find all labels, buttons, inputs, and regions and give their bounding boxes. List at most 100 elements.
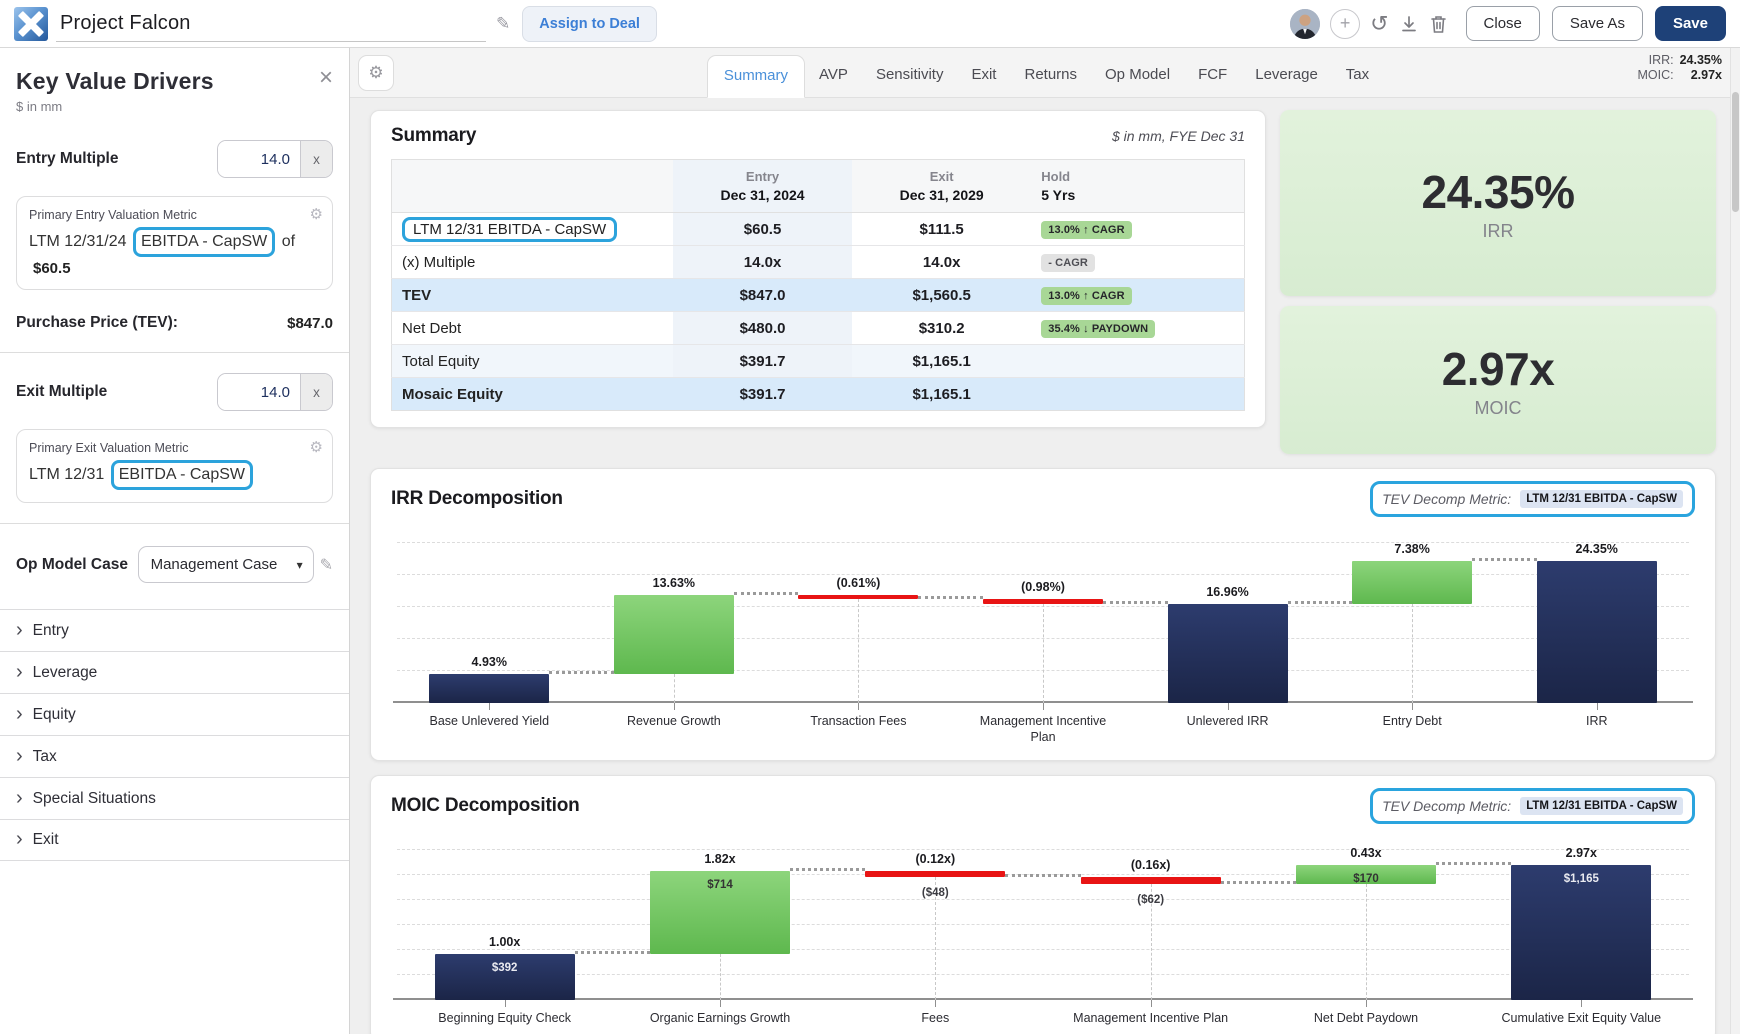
tev-decomp-value-chip[interactable]: LTM 12/31 EBITDA - CapSW bbox=[1520, 797, 1683, 815]
row-label-cell: Net Debt bbox=[392, 312, 673, 345]
save-button[interactable]: Save bbox=[1655, 6, 1726, 41]
chevron-right-icon: › bbox=[16, 620, 23, 640]
save-as-button[interactable]: Save As bbox=[1552, 6, 1643, 41]
axis-tick bbox=[935, 1000, 936, 1007]
category-label: Organic Earnings Growth bbox=[612, 1010, 827, 1026]
summary-table-header: EntryDec 31, 2024ExitDec 31, 2029Hold5 Y… bbox=[392, 160, 1245, 213]
entry-value-cell: $847.0 bbox=[673, 279, 852, 312]
table-row: LTM 12/31 EBITDA - CapSW$60.5$111.513.0%… bbox=[392, 213, 1245, 246]
summary-panel: Summary $ in mm, FYE Dec 31 EntryDec 31,… bbox=[370, 110, 1266, 428]
exit-multiple-input[interactable] bbox=[218, 374, 300, 410]
table-row: TEV$847.0$1,560.513.0% ↑ CAGR bbox=[392, 279, 1245, 312]
sidebar-accordion-exit[interactable]: › Exit bbox=[0, 819, 349, 861]
entry-value-cell: 14.0x bbox=[673, 246, 852, 279]
exit-metric-line: LTM 12/31 EBITDA - CapSW bbox=[29, 460, 320, 490]
exit-metric-chip[interactable]: EBITDA - CapSW bbox=[111, 460, 253, 490]
exit-metric-prefix: LTM 12/31 bbox=[29, 466, 104, 483]
edit-case-icon[interactable]: ✎ bbox=[320, 555, 333, 575]
sidebar-accordion-equity[interactable]: ›Equity bbox=[0, 693, 349, 735]
entry-metric-value: $60.5 bbox=[29, 260, 320, 277]
tab-op-model[interactable]: Op Model bbox=[1091, 54, 1184, 97]
waterfall-bar bbox=[983, 599, 1103, 605]
waterfall-bar bbox=[1081, 877, 1221, 884]
assign-to-deal-button[interactable]: Assign to Deal bbox=[522, 6, 657, 42]
tab-leverage[interactable]: Leverage bbox=[1241, 54, 1332, 97]
tab-tax[interactable]: Tax bbox=[1332, 54, 1383, 97]
entry-metric-of: of bbox=[282, 233, 295, 250]
sidebar-accordion-entry[interactable]: ›Entry bbox=[0, 609, 349, 651]
hold-cell bbox=[1031, 345, 1244, 378]
project-title-field[interactable]: Project Falcon bbox=[56, 6, 486, 42]
waterfall-stem bbox=[1366, 884, 1367, 999]
waterfall-connector bbox=[790, 868, 865, 871]
axis-tick bbox=[505, 1000, 506, 1007]
category-label: Revenue Growth bbox=[582, 713, 767, 746]
bar-dollar-label: $170 bbox=[1258, 873, 1473, 885]
row-label-cell: Total Equity bbox=[392, 345, 673, 378]
sidebar-accordion-special-situations[interactable]: ›Special Situations bbox=[0, 777, 349, 819]
add-collaborator-icon[interactable]: + bbox=[1330, 9, 1360, 39]
bar-dollar-label: $392 bbox=[397, 962, 612, 974]
tev-decomp-value-chip[interactable]: LTM 12/31 EBITDA - CapSW bbox=[1520, 490, 1683, 508]
history-icon[interactable]: ↺ bbox=[1370, 11, 1388, 37]
edit-title-pencil-icon[interactable]: ✎ bbox=[496, 14, 510, 34]
selected-metric-chip[interactable]: LTM 12/31 EBITDA - CapSW bbox=[402, 217, 617, 242]
close-button[interactable]: Close bbox=[1466, 6, 1540, 41]
primary-entry-valuation-metric-card: ⚙ Primary Entry Valuation Metric LTM 12/… bbox=[16, 196, 333, 290]
category-label: Management Incentive Plan bbox=[951, 713, 1136, 746]
divider bbox=[0, 352, 349, 353]
tab-fcf[interactable]: FCF bbox=[1184, 54, 1241, 97]
irr-chart-title: IRR Decomposition bbox=[391, 488, 563, 510]
exit-multiple-suffix: x bbox=[300, 374, 332, 410]
entry-multiple-input[interactable] bbox=[218, 141, 300, 177]
waterfall-plot: 4.93%13.63%(0.61%)(0.98%)16.96%7.38%24.3… bbox=[397, 543, 1689, 703]
waterfall-connector bbox=[549, 671, 614, 674]
tab-sensitivity[interactable]: Sensitivity bbox=[862, 54, 958, 97]
download-icon[interactable] bbox=[1399, 14, 1419, 34]
x-axis bbox=[393, 998, 1693, 1000]
tabs: SummaryAVPSensitivityExitReturnsOp Model… bbox=[350, 48, 1740, 97]
category-labels: Base Unlevered YieldRevenue GrowthTransa… bbox=[397, 713, 1689, 746]
exit-value-cell: $310.2 bbox=[852, 312, 1031, 345]
bar-value-label: 24.35% bbox=[1504, 542, 1689, 556]
tab-summary[interactable]: Summary bbox=[707, 55, 805, 98]
bar-value-label: 1.82x bbox=[612, 852, 827, 866]
kpi-cards: 24.35% IRR 2.97x MOIC bbox=[1280, 110, 1716, 454]
gear-icon[interactable]: ⚙ bbox=[310, 205, 323, 223]
tev-decomp-metric-control[interactable]: TEV Decomp Metric: LTM 12/31 EBITDA - Ca… bbox=[1370, 481, 1695, 517]
hold-badge: 13.0% ↑ CAGR bbox=[1041, 287, 1131, 305]
chevron-right-icon: › bbox=[16, 788, 23, 808]
entry-metric-chip[interactable]: EBITDA - CapSW bbox=[133, 227, 275, 257]
sidebar-accordion-leverage[interactable]: ›Leverage bbox=[0, 651, 349, 693]
bar-value-label: (0.16x) bbox=[1043, 858, 1258, 872]
gear-icon[interactable]: ⚙ bbox=[310, 438, 323, 456]
moic-kpi-label: MOIC bbox=[1475, 398, 1522, 419]
sidebar-close-icon[interactable]: × bbox=[319, 66, 333, 90]
tev-decomp-metric-control[interactable]: TEV Decomp Metric: LTM 12/31 EBITDA - Ca… bbox=[1370, 788, 1695, 824]
sidebar-accordion-tax[interactable]: ›Tax bbox=[0, 735, 349, 777]
column-label: Exit bbox=[862, 169, 1021, 184]
entry-multiple-field: x bbox=[217, 140, 333, 178]
hold-cell: 13.0% ↑ CAGR bbox=[1031, 213, 1244, 246]
accordion-label: Exit bbox=[33, 831, 59, 849]
table-row: Mosaic Equity$391.7$1,165.1 bbox=[392, 378, 1245, 411]
summary-header-spacer bbox=[392, 160, 673, 213]
axis-tick bbox=[720, 1000, 721, 1007]
tab-returns[interactable]: Returns bbox=[1010, 54, 1091, 97]
chevron-right-icon: › bbox=[16, 829, 23, 849]
category-label: Unlevered IRR bbox=[1135, 713, 1320, 746]
scrollbar-thumb[interactable] bbox=[1732, 92, 1739, 212]
moic-kpi-card: 2.97x MOIC bbox=[1280, 306, 1716, 454]
delete-trash-icon[interactable] bbox=[1429, 14, 1448, 34]
user-avatar[interactable] bbox=[1290, 9, 1320, 39]
irr-kpi-card: 24.35% IRR bbox=[1280, 110, 1716, 296]
op-model-case-select[interactable]: Management Case ▾ bbox=[138, 546, 314, 583]
exit-multiple-label: Exit Multiple bbox=[16, 383, 107, 401]
bar-value-label: (0.12x) bbox=[828, 852, 1043, 866]
exit-value-cell: $1,165.1 bbox=[852, 378, 1031, 411]
tab-exit[interactable]: Exit bbox=[957, 54, 1010, 97]
summary-col-hold: Hold5 Yrs bbox=[1031, 160, 1244, 213]
bar-value-label: 2.97x bbox=[1474, 846, 1689, 860]
bar-dollar-label: ($48) bbox=[828, 887, 1043, 899]
tab-avp[interactable]: AVP bbox=[805, 54, 862, 97]
